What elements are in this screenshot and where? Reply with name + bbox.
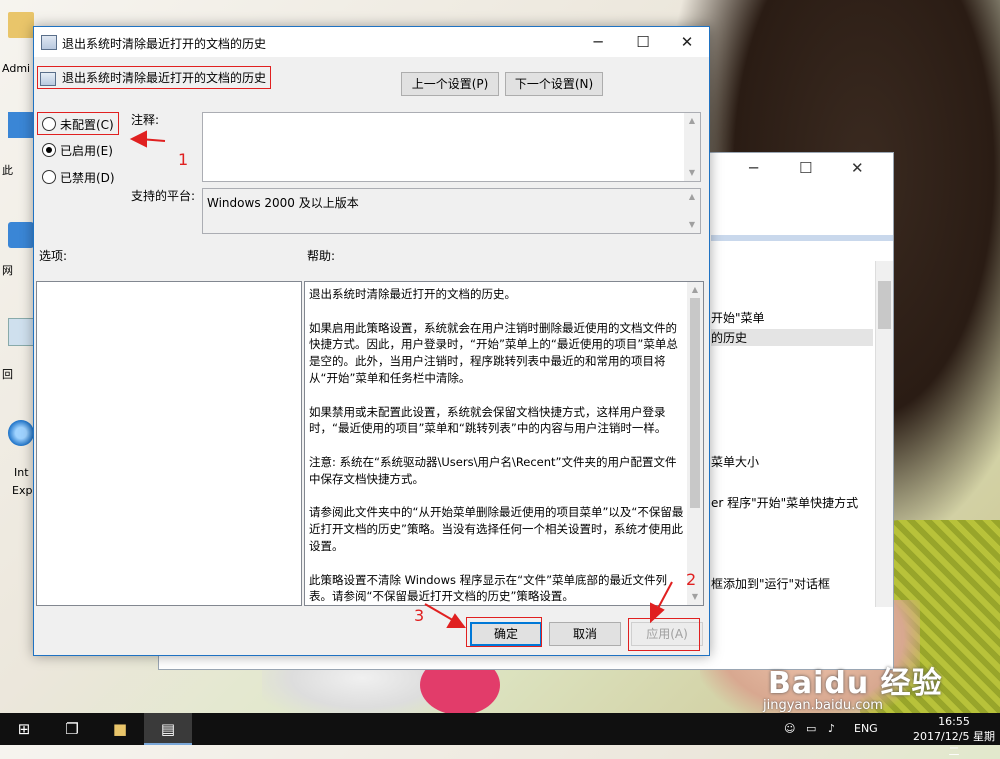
windows-start-icon[interactable]: ⊞ — [0, 713, 48, 745]
clock-time: 16:55 — [938, 715, 970, 728]
volume-icon[interactable]: ♪ — [828, 713, 835, 745]
clock[interactable]: 16:55 2017/12/5 星期二 — [912, 713, 996, 758]
taskbar: ⊞ ❐ ■ ▤ ☺ ▭ ♪ ENG 16:55 2017/12/5 星期二 — [0, 713, 1000, 758]
file-explorer-icon[interactable]: ■ — [96, 713, 144, 745]
people-icon[interactable]: ☺ — [784, 713, 795, 745]
annotation-arrows — [129, 130, 673, 628]
annotation-step-3: 3 — [414, 606, 425, 625]
watermark-brand: Baidu 经验 — [768, 666, 943, 701]
watermark-url: jingyan.baidu.com — [763, 698, 883, 713]
clock-date: 2017/12/5 星期二 — [913, 730, 995, 758]
task-view-icon[interactable]: ❐ — [48, 713, 96, 745]
annotation-step-1: 1 — [178, 150, 189, 169]
annotation-step-2: 2 — [686, 570, 697, 589]
group-policy-editor-icon[interactable]: ▤ — [144, 713, 192, 745]
language-indicator[interactable]: ENG — [854, 713, 878, 745]
network-tray-icon[interactable]: ▭ — [806, 713, 816, 745]
